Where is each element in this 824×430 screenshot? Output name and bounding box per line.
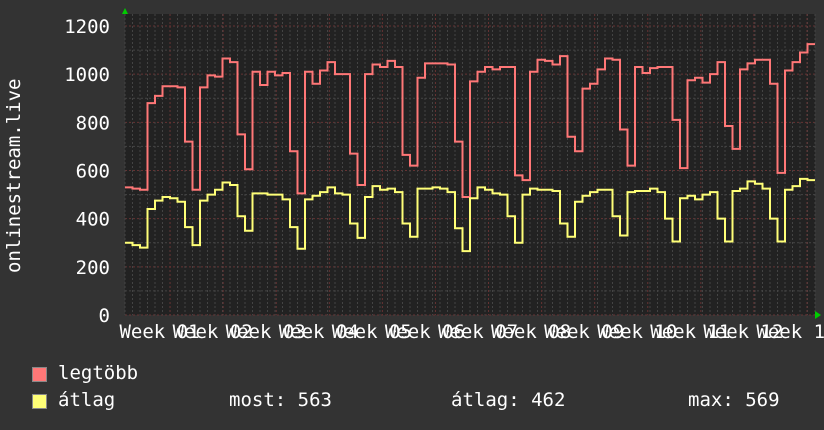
legend-swatch-avg: [32, 394, 47, 409]
chart: 020040060080010001200Week 01Week 02Week …: [3, 8, 824, 343]
legend-avg-label: átlag: [58, 389, 116, 411]
legend-maximum: max: 569: [688, 389, 780, 411]
legend-average: átlag: 462: [451, 389, 566, 411]
legend-now: most: 563: [229, 389, 332, 411]
x-axis-arrow-icon: [815, 311, 821, 319]
x-tick-label: Week 13: [756, 321, 824, 343]
y-tick-label: 0: [99, 305, 110, 327]
y-tick-label: 600: [76, 161, 110, 183]
y-tick-label: 1000: [64, 64, 110, 86]
y-tick-label: 800: [76, 112, 110, 134]
y-tick-label: 200: [76, 257, 110, 279]
y-axis-label: onlinestream.live: [3, 79, 25, 273]
y-tick-label: 400: [76, 209, 110, 231]
y-tick-label: 1200: [64, 16, 110, 38]
legend-swatch-max: [32, 367, 47, 382]
y-axis-arrow-icon: [122, 8, 128, 14]
legend-max-label: legtöbb: [58, 362, 139, 384]
